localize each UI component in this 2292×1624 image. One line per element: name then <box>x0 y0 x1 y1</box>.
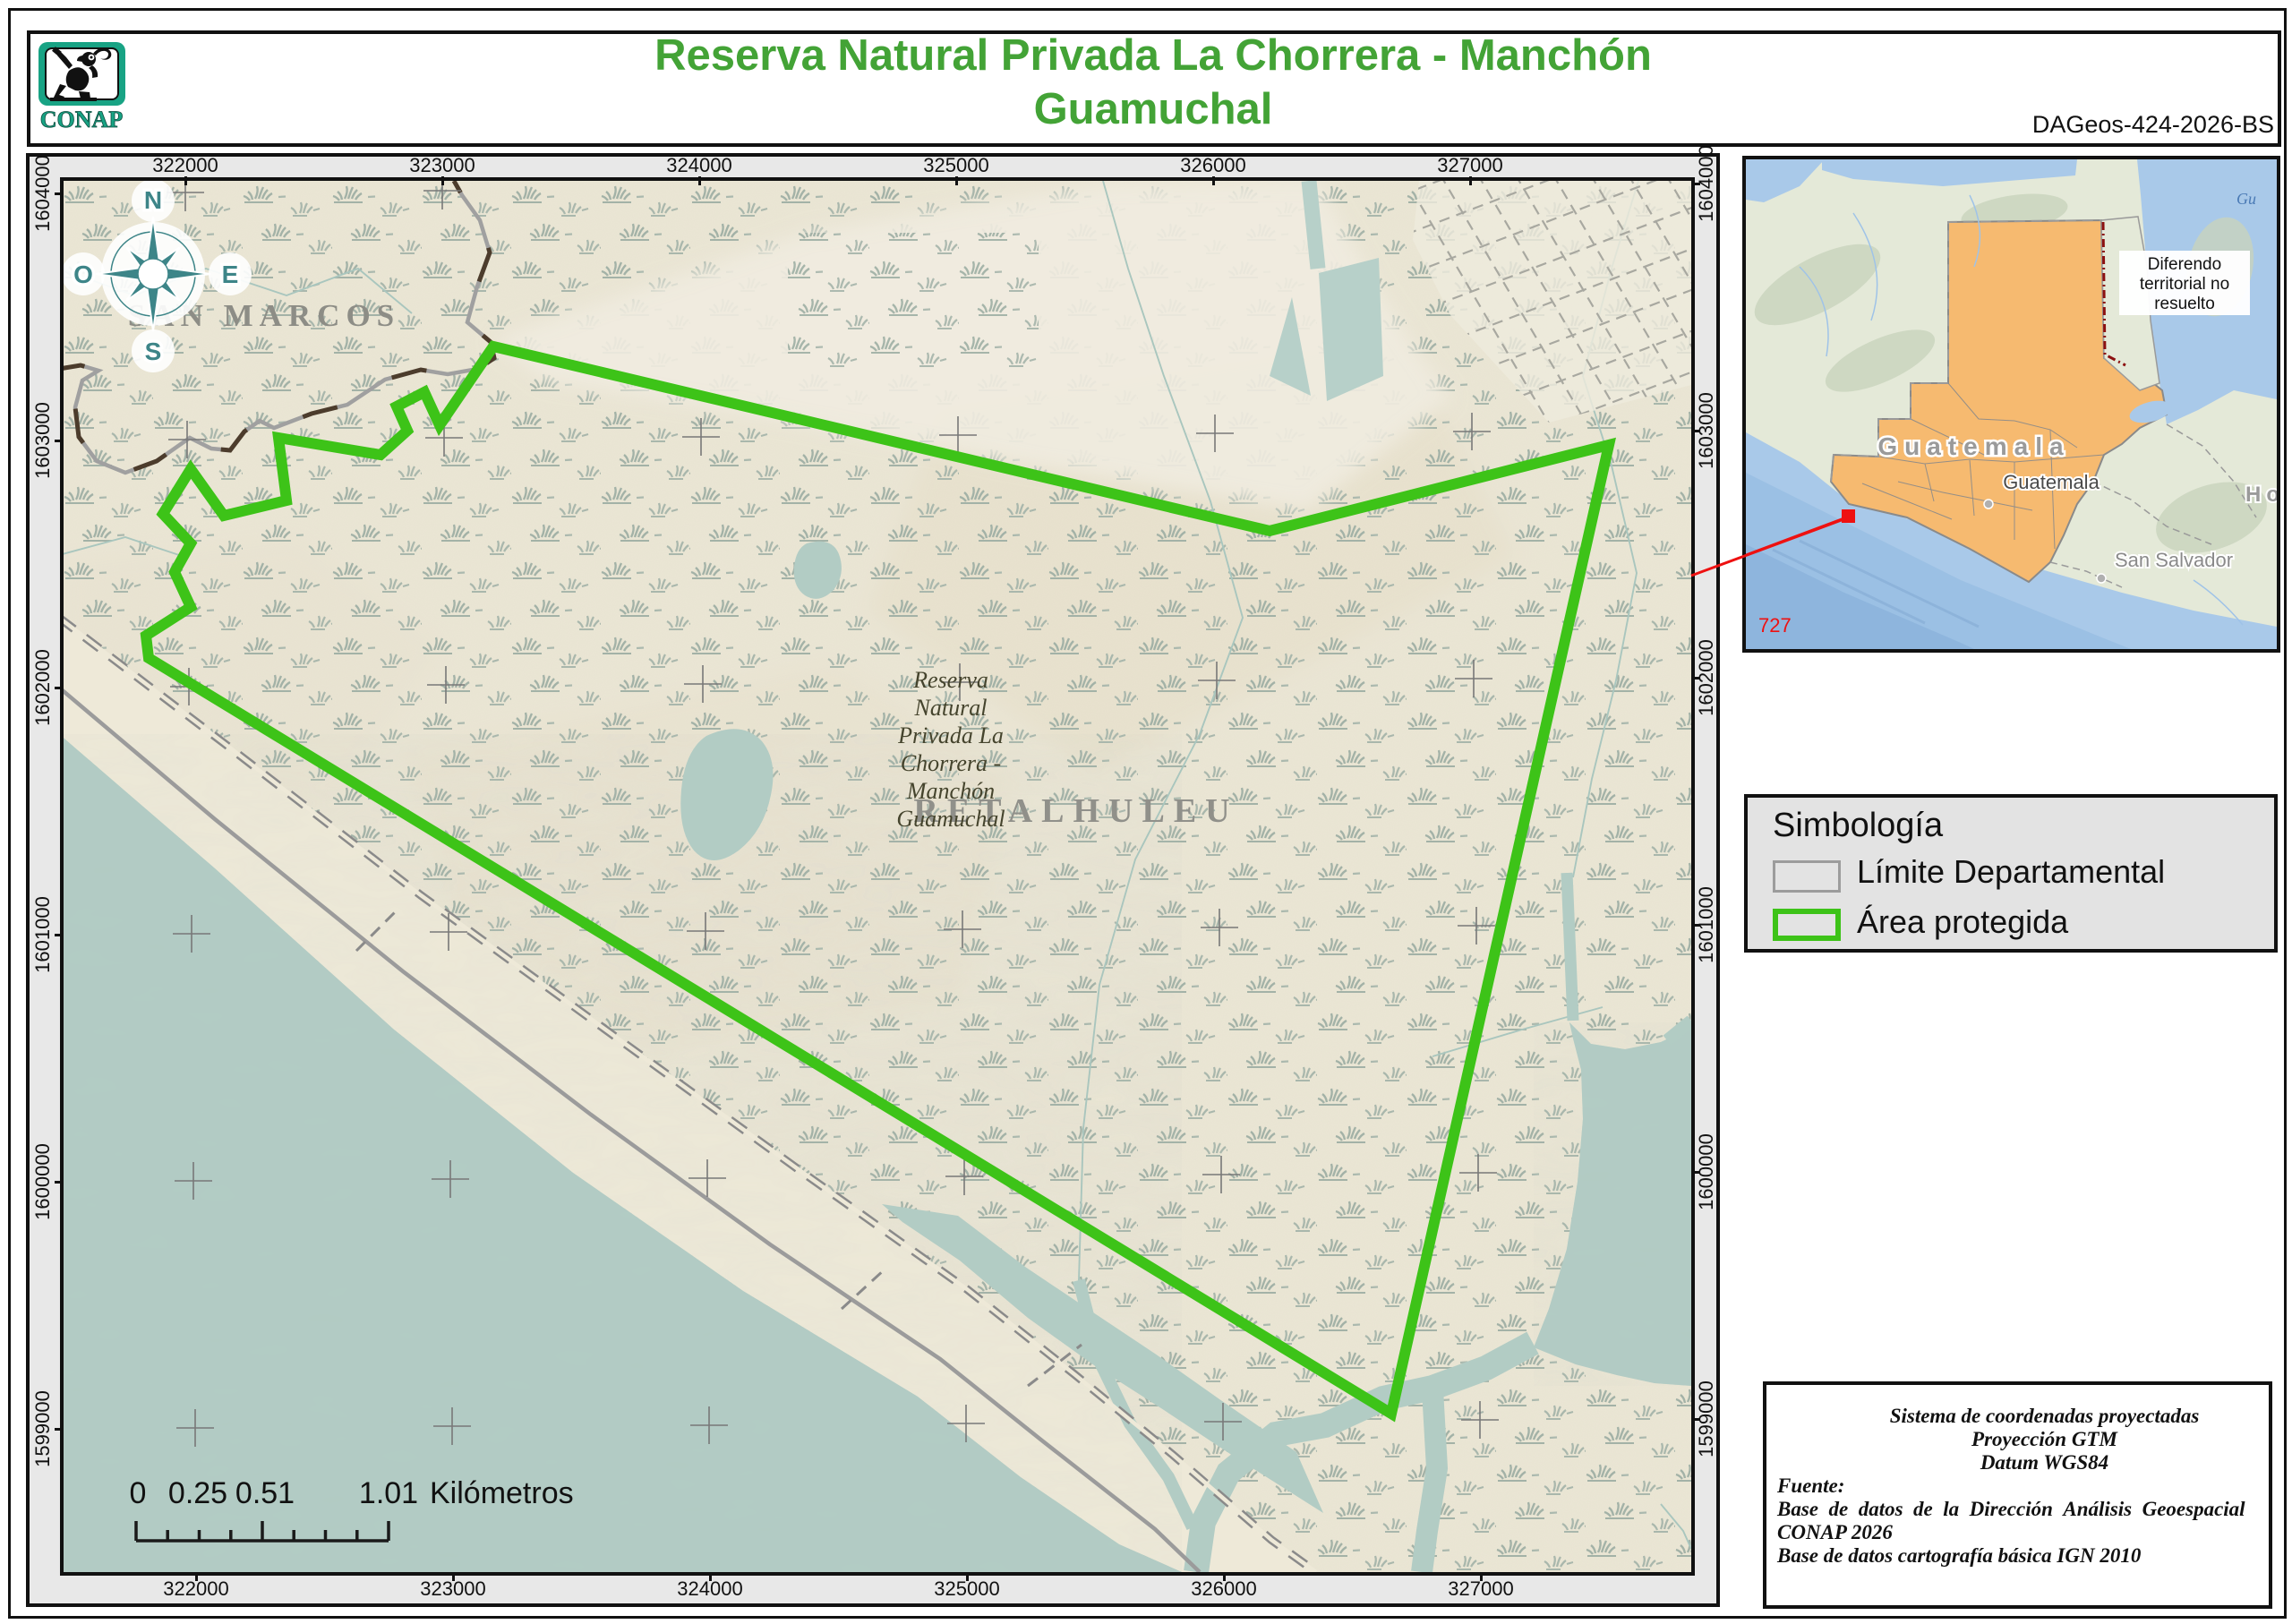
svg-text:Gu: Gu <box>2236 190 2256 208</box>
svg-text:Reserva: Reserva <box>912 667 988 693</box>
svg-text:Diferendo: Diferendo <box>2148 255 2221 274</box>
svg-text:727: 727 <box>1758 614 1792 637</box>
svg-text:Ho: Ho <box>2245 483 2277 507</box>
svg-text:N: N <box>144 186 162 214</box>
svg-text:territorial no: territorial no <box>2140 275 2229 294</box>
svg-text:O: O <box>73 261 93 288</box>
svg-text:Natural: Natural <box>914 695 988 721</box>
svg-text:Kilómetros: Kilómetros <box>430 1476 574 1510</box>
svg-text:resuelto: resuelto <box>2154 295 2215 313</box>
svg-text:0.25: 0.25 <box>168 1476 227 1510</box>
svg-text:E: E <box>222 261 239 288</box>
svg-text:0.51: 0.51 <box>235 1476 295 1510</box>
svg-text:Guamuchal: Guamuchal <box>896 806 1005 832</box>
svg-text:Guatemala: Guatemala <box>1877 432 2070 460</box>
svg-text:Privada La: Privada La <box>897 722 1004 748</box>
svg-text:Chorrera -: Chorrera - <box>901 750 1001 776</box>
svg-text:CONAP: CONAP <box>40 107 124 132</box>
svg-text:1.01: 1.01 <box>359 1476 418 1510</box>
svg-text:San Salvador: San Salvador <box>2115 549 2233 571</box>
svg-text:Manchón: Manchón <box>906 778 995 804</box>
svg-text:0: 0 <box>130 1476 147 1510</box>
svg-text:S: S <box>145 338 162 365</box>
svg-text:Guatemala: Guatemala <box>2003 471 2100 493</box>
